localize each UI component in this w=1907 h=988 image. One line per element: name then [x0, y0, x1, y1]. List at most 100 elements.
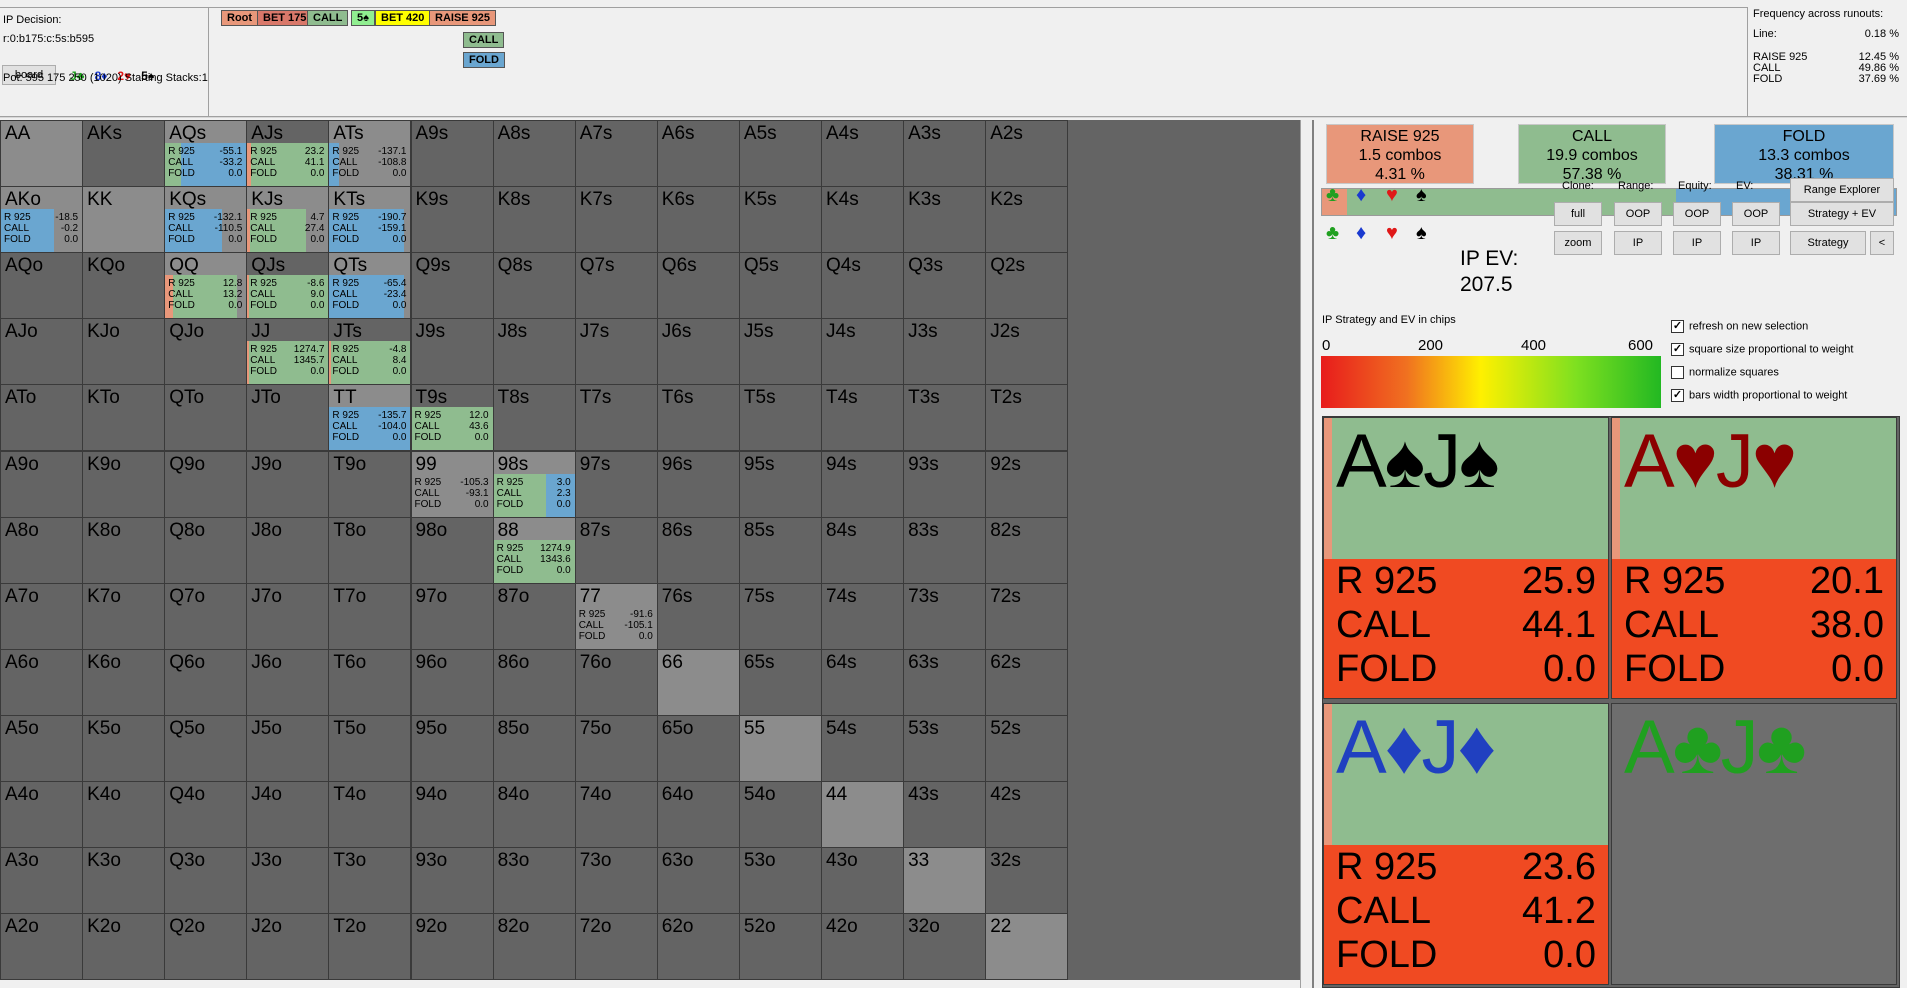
- hand-cell-K6s[interactable]: K6s: [656, 186, 740, 254]
- checkbox[interactable]: ✓: [1671, 343, 1684, 356]
- hand-cell-J8o[interactable]: J8o: [246, 516, 330, 584]
- hand-cell-K3o[interactable]: K3o: [82, 847, 166, 915]
- hand-cell-Q2s[interactable]: Q2s: [985, 252, 1069, 320]
- hand-cell-97s[interactable]: 97s: [574, 450, 658, 518]
- tree-node[interactable]: BET 175: [257, 10, 313, 26]
- hand-cell-AJs[interactable]: AJs R 925 23.2 CALL 41.1 FOLD 0.0: [246, 120, 330, 188]
- hand-cell-J8s[interactable]: J8s: [492, 318, 576, 386]
- hand-cell-KTs[interactable]: KTs R 925 -190.7 CALL -159.1 FOLD 0.0: [328, 186, 412, 254]
- hand-cell-42o[interactable]: 42o: [821, 913, 905, 981]
- hand-cell-53o[interactable]: 53o: [738, 847, 822, 915]
- range-explorer-button[interactable]: Range Explorer: [1790, 178, 1894, 202]
- tree-node[interactable]: RAISE 925: [429, 10, 497, 26]
- hand-cell-K4o[interactable]: K4o: [82, 781, 166, 849]
- spade-icon[interactable]: ♠: [1416, 222, 1427, 244]
- hand-cell-T9o[interactable]: T9o: [328, 450, 412, 518]
- hand-cell-J9s[interactable]: J9s: [410, 318, 494, 386]
- hand-cell-A9o[interactable]: A9o: [0, 450, 84, 518]
- hand-cell-J5s[interactable]: J5s: [738, 318, 822, 386]
- tree-node[interactable]: BET 420: [375, 10, 431, 26]
- hand-cell-Q9o[interactable]: Q9o: [164, 450, 248, 518]
- hand-cell-83s[interactable]: 83s: [903, 516, 987, 584]
- hand-cell-A9s[interactable]: A9s: [410, 120, 494, 188]
- hand-cell-76o[interactable]: 76o: [574, 648, 658, 716]
- hand-cell-K8s[interactable]: K8s: [492, 186, 576, 254]
- spade-icon[interactable]: ♠: [1416, 184, 1427, 206]
- hand-cell-84o[interactable]: 84o: [492, 781, 576, 849]
- diamond-icon[interactable]: ♦: [1356, 184, 1366, 206]
- hand-cell-63o[interactable]: 63o: [656, 847, 740, 915]
- hand-cell-43o[interactable]: 43o: [821, 847, 905, 915]
- hand-cell-JTs[interactable]: JTs R 925 -4.8 CALL 8.4 FOLD 0.0: [328, 318, 412, 386]
- hand-cell-T6o[interactable]: T6o: [328, 648, 412, 716]
- hand-cell-74o[interactable]: 74o: [574, 781, 658, 849]
- hand-cell-A3s[interactable]: A3s: [903, 120, 987, 188]
- hand-cell-AQo[interactable]: AQo: [0, 252, 84, 320]
- hand-cell-53s[interactable]: 53s: [903, 714, 987, 782]
- hand-cell-K2o[interactable]: K2o: [82, 913, 166, 981]
- tree-child-node[interactable]: CALL: [463, 32, 505, 48]
- hand-cell-95s[interactable]: 95s: [738, 450, 822, 518]
- hand-cell-QTs[interactable]: QTs R 925 -65.4 CALL -23.4 FOLD 0.0: [328, 252, 412, 320]
- club-icon[interactable]: ♣: [1326, 222, 1339, 244]
- hand-cell-88[interactable]: 88 R 925 1274.9 CALL 1343.6 FOLD 0.0: [492, 516, 576, 584]
- hand-cell-65o[interactable]: 65o: [656, 714, 740, 782]
- hand-cell-JTo[interactable]: JTo: [246, 384, 330, 452]
- range-oop-button[interactable]: OOP: [1614, 202, 1662, 226]
- hand-cell-AQs[interactable]: AQs R 925 -55.1 CALL -33.2 FOLD 0.0: [164, 120, 248, 188]
- hand-cell-99[interactable]: 99 R 925 -105.3 CALL -93.1 FOLD 0.0: [410, 450, 494, 518]
- hand-cell-Q9s[interactable]: Q9s: [410, 252, 494, 320]
- hand-cell-T3s[interactable]: T3s: [903, 384, 987, 452]
- strategy-button[interactable]: Strategy: [1790, 231, 1866, 255]
- hand-cell-98o[interactable]: 98o: [410, 516, 494, 584]
- hand-cell-T5s[interactable]: T5s: [738, 384, 822, 452]
- hand-cell-A4s[interactable]: A4s: [821, 120, 905, 188]
- hand-cell-A8s[interactable]: A8s: [492, 120, 576, 188]
- hand-cell-32o[interactable]: 32o: [903, 913, 987, 981]
- combo-cell[interactable]: A♥J♥ R 925 20.1 CALL 38.0 FOLD 0.0: [1611, 417, 1897, 699]
- hand-cell-94s[interactable]: 94s: [821, 450, 905, 518]
- hand-cell-J6o[interactable]: J6o: [246, 648, 330, 716]
- hand-cell-T3o[interactable]: T3o: [328, 847, 412, 915]
- hand-cell-84s[interactable]: 84s: [821, 516, 905, 584]
- hand-cell-97o[interactable]: 97o: [410, 582, 494, 650]
- hand-cell-QJo[interactable]: QJo: [164, 318, 248, 386]
- hand-cell-Q3o[interactable]: Q3o: [164, 847, 248, 915]
- hand-cell-65s[interactable]: 65s: [738, 648, 822, 716]
- hand-cell-74s[interactable]: 74s: [821, 582, 905, 650]
- panel-splitter[interactable]: [1300, 120, 1318, 988]
- hand-cell-Q8o[interactable]: Q8o: [164, 516, 248, 584]
- hand-cell-ATo[interactable]: ATo: [0, 384, 84, 452]
- hand-cell-K2s[interactable]: K2s: [985, 186, 1069, 254]
- hand-cell-Q2o[interactable]: Q2o: [164, 913, 248, 981]
- hand-cell-KJs[interactable]: KJs R 925 4.7 CALL 27.4 FOLD 0.0: [246, 186, 330, 254]
- hand-cell-T4s[interactable]: T4s: [821, 384, 905, 452]
- hand-cell-93o[interactable]: 93o: [410, 847, 494, 915]
- hand-cell-AKs[interactable]: AKs: [82, 120, 166, 188]
- tree-node[interactable]: 5♠: [351, 10, 375, 26]
- hand-cell-75s[interactable]: 75s: [738, 582, 822, 650]
- hand-cell-T2o[interactable]: T2o: [328, 913, 412, 981]
- hand-cell-T4o[interactable]: T4o: [328, 781, 412, 849]
- hand-cell-85s[interactable]: 85s: [738, 516, 822, 584]
- hand-cell-92o[interactable]: 92o: [410, 913, 494, 981]
- checkbox[interactable]: ✓: [1671, 320, 1684, 333]
- hand-cell-44[interactable]: 44: [821, 781, 905, 849]
- hand-cell-AKo[interactable]: AKo R 925 -18.5 CALL -0.2 FOLD 0.0: [0, 186, 84, 254]
- hand-cell-KJo[interactable]: KJo: [82, 318, 166, 386]
- hand-cell-77[interactable]: 77 R 925 -91.6 CALL -105.1 FOLD 0.0: [574, 582, 658, 650]
- equity-ip-button[interactable]: IP: [1673, 231, 1721, 255]
- hand-cell-J7o[interactable]: J7o: [246, 582, 330, 650]
- hand-cell-A3o[interactable]: A3o: [0, 847, 84, 915]
- hand-cell-87s[interactable]: 87s: [574, 516, 658, 584]
- hand-cell-A6o[interactable]: A6o: [0, 648, 84, 716]
- hand-cell-A5s[interactable]: A5s: [738, 120, 822, 188]
- hand-cell-T2s[interactable]: T2s: [985, 384, 1069, 452]
- hand-cell-K7s[interactable]: K7s: [574, 186, 658, 254]
- hand-cell-QTo[interactable]: QTo: [164, 384, 248, 452]
- strategy-ev-button[interactable]: Strategy + EV: [1790, 202, 1894, 226]
- hand-cell-K3s[interactable]: K3s: [903, 186, 987, 254]
- hand-cell-52s[interactable]: 52s: [985, 714, 1069, 782]
- hand-cell-96s[interactable]: 96s: [656, 450, 740, 518]
- hand-cell-55[interactable]: 55: [738, 714, 822, 782]
